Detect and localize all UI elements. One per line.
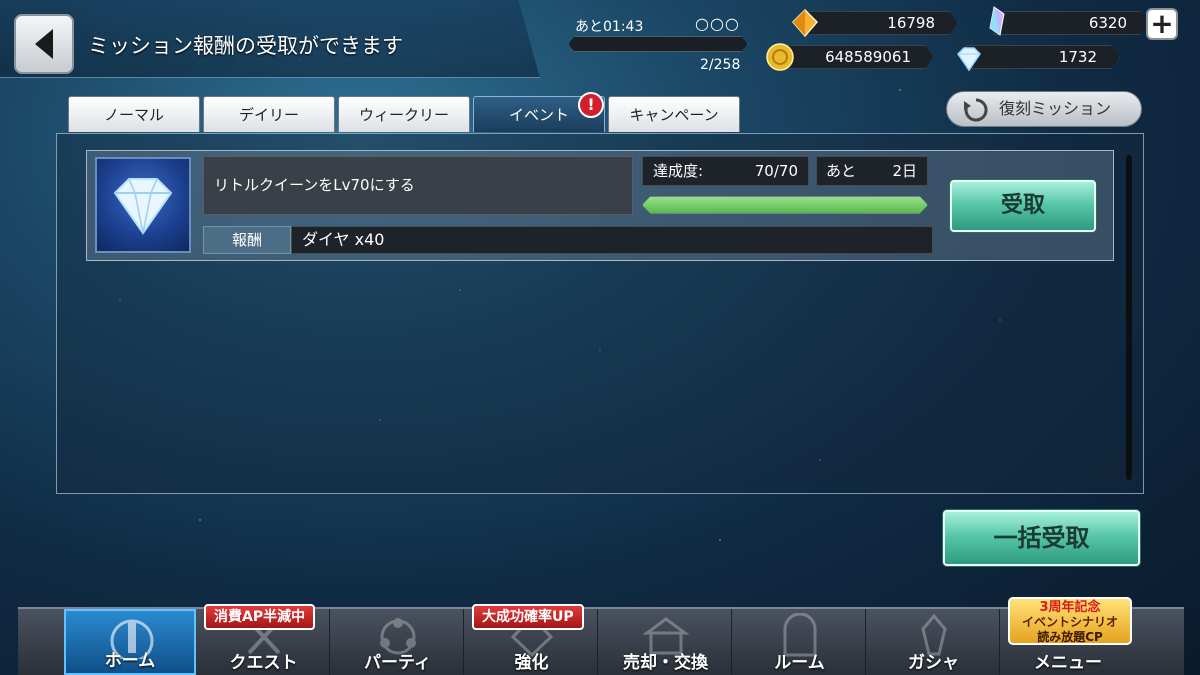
nav-gacha[interactable]: ガシャ (868, 609, 1000, 675)
tab-daily[interactable]: デイリー (203, 96, 335, 132)
mission-progress-fill (643, 197, 927, 213)
progress-label: 達成度: (653, 162, 704, 180)
rainbow-crystal-counter: 6320 (994, 11, 1150, 35)
nav-enhance-label: 強化 (514, 653, 549, 673)
diamond-counter: 1732 (966, 45, 1120, 69)
remaining-label: あと (826, 162, 857, 180)
stamina-timer: あと01:43 (575, 19, 644, 35)
nav-party[interactable]: パーティ (332, 609, 464, 675)
coin-icon (766, 43, 794, 71)
claim-all-button[interactable]: 一括受取 (943, 510, 1140, 566)
coin-counter: 648589061 (780, 45, 934, 69)
nav-room-label: ルーム (774, 653, 825, 673)
anniversary-line2: イベントシナリオ (1021, 615, 1118, 629)
mission-progress-box: 達成度: 70/70 (642, 156, 809, 186)
nav-party-label: パーティ (364, 653, 431, 673)
back-button[interactable] (14, 14, 74, 74)
remaining-value: 2日 (892, 162, 917, 180)
gold-crystal-counter: 16798 (804, 11, 958, 35)
diamond-icon (957, 47, 981, 72)
enhance-success-ribbon: 大成功確率UP (472, 604, 584, 630)
anniversary-line1: 3周年記念 (1039, 600, 1101, 615)
page-title: ミッション報酬の受取ができます (88, 34, 403, 58)
back-arrow-icon (35, 29, 53, 59)
claim-button[interactable]: 受取 (950, 180, 1096, 232)
nav-menu-label: メニュー (1034, 653, 1102, 673)
tab-weekly[interactable]: ウィークリー (338, 96, 470, 132)
mission-progress-bar (642, 196, 928, 214)
refresh-icon (964, 98, 988, 122)
reissue-missions-label: 復刻ミッション (999, 99, 1112, 118)
stamina-count: 2/258 (700, 57, 741, 73)
mission-description: リトルクイーンをLv70にする (203, 156, 633, 215)
add-crystal-button[interactable]: + (1146, 8, 1178, 40)
reissue-missions-button[interactable]: 復刻ミッション (946, 91, 1142, 127)
rainbow-crystal-icon (989, 6, 1005, 36)
nav-quest-label: クエスト (229, 653, 298, 673)
anniversary-campaign-ribbon: 3周年記念 イベントシナリオ 読み放題CP (1008, 597, 1132, 645)
top-bar: ミッション報酬の受取ができます あと01:43 ○○○ 2/258 16798 … (0, 0, 1200, 80)
progress-value: 70/70 (754, 162, 798, 180)
nav-sell-exchange[interactable]: 売却・交換 (600, 609, 732, 675)
event-alert-badge: ! (578, 92, 604, 118)
mission-remaining-box: あと 2日 (816, 156, 928, 186)
reward-diamond-icon (95, 157, 191, 253)
nav-home[interactable]: ホーム (64, 609, 196, 675)
nav-room[interactable]: ルーム (734, 609, 866, 675)
nav-sell-exchange-label: 売却・交換 (623, 653, 708, 673)
tab-normal[interactable]: ノーマル (68, 96, 200, 132)
nav-home-label: ホーム (104, 651, 156, 671)
mission-list-scrollbar[interactable] (1126, 155, 1132, 480)
stamina-circles: ○○○ (695, 14, 740, 33)
quest-ap-half-ribbon: 消費AP半減中 (204, 604, 316, 630)
anniversary-line3: 読み放題CP (1037, 630, 1103, 644)
reward-value: ダイヤ x40 (291, 226, 933, 254)
stamina-bar (568, 36, 748, 52)
nav-gacha-label: ガシャ (908, 653, 959, 673)
gold-crystal-icon (791, 8, 819, 38)
tab-campaign[interactable]: キャンペーン (608, 96, 740, 132)
reward-label: 報酬 (203, 226, 291, 254)
